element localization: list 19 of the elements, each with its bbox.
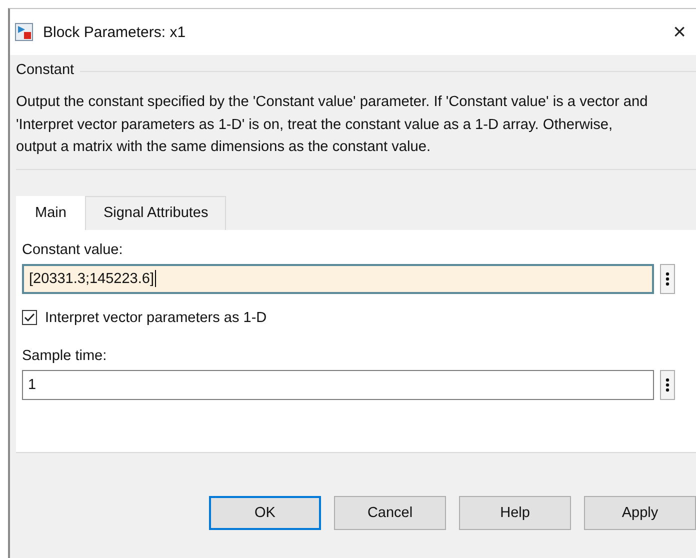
dialog-button[interactable]: Help xyxy=(459,496,571,530)
input-field[interactable]: 1 xyxy=(22,370,654,400)
tab[interactable]: Main xyxy=(16,196,86,230)
group-title: Constant xyxy=(16,62,74,78)
tab[interactable]: Signal Attributes xyxy=(85,196,226,230)
dialog-button[interactable]: Cancel xyxy=(334,496,446,530)
window-title: Block Parameters: x1 xyxy=(43,24,186,40)
dialog-button[interactable]: Apply xyxy=(584,496,696,530)
input-field[interactable]: [20331.3;145223.6] xyxy=(22,264,654,294)
field-label: Sample time: xyxy=(22,348,107,364)
field-label: Constant value: xyxy=(22,242,123,258)
more-options-icon[interactable] xyxy=(660,264,675,294)
more-options-icon[interactable] xyxy=(660,370,675,400)
close-button[interactable]: × xyxy=(673,19,686,45)
checkbox[interactable] xyxy=(22,310,37,325)
description-text: Output the constant specified by the 'Constant value' parameter. If 'Constant value' is a vector and 'Interpret vector parameters as 1-D' is on, treat the constant value as a 1-D array. Otherwise, output a matrix with the same dimensions as the constant value. xyxy=(16,93,649,157)
dialog-button[interactable]: OK xyxy=(209,496,322,530)
checkbox-label: Interpret vector parameters as 1-D xyxy=(45,310,267,326)
app-icon xyxy=(15,23,33,41)
